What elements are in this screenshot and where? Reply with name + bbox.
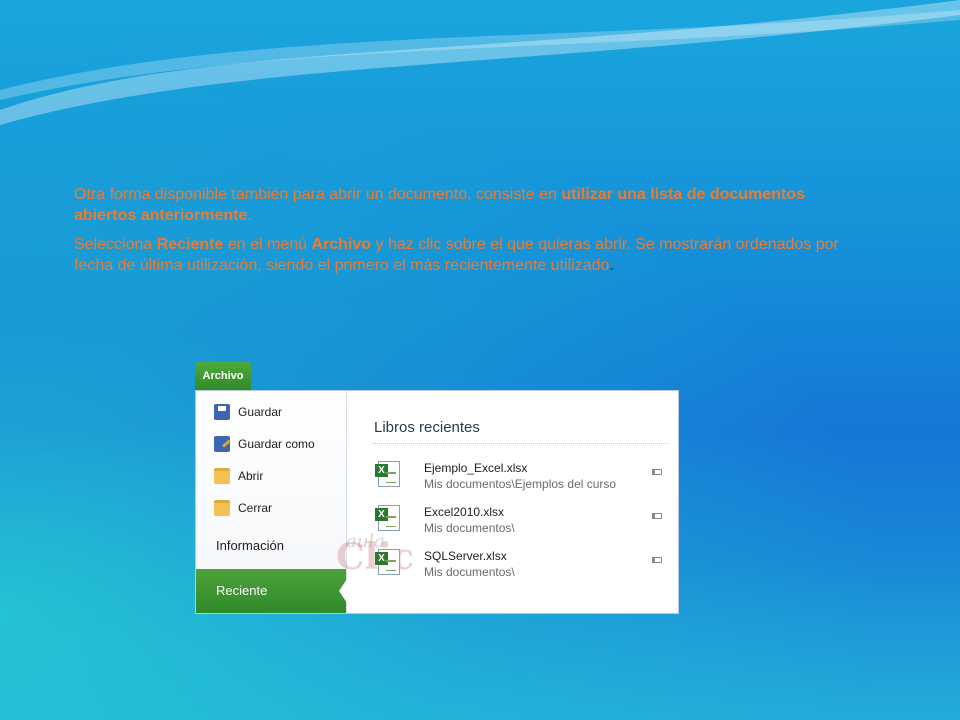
recent-file[interactable]: SQLServer.xlsx Mis documentos\ [375,547,668,587]
pin-icon[interactable] [652,557,662,563]
paragraph-1-end: . [247,207,252,224]
excel-file-icon [375,461,400,487]
menu-item-guardar[interactable]: Guardar [214,401,282,423]
slide-text: Otra forma disponible también para abrir… [74,184,854,284]
file-path: Mis documentos\Ejemplos del curso [424,477,617,491]
menu-item-informacion[interactable]: Información [216,538,284,553]
open-folder-icon [214,468,230,484]
file-path: Mis documentos\ [424,521,515,535]
menu-item-abrir[interactable]: Abrir [214,465,263,487]
paragraph-2: Selecciona Reciente en el menú Archivo y… [74,234,854,276]
paragraph-1-text: Otra forma disponible también para abrir… [74,186,562,203]
menu-item-reciente[interactable]: Reciente [196,569,346,613]
paragraph-2-end: . [609,257,614,274]
recent-pane: Libros recientes Ejemplo_Excel.xlsx Mis … [372,391,668,613]
recent-file[interactable]: Excel2010.xlsx Mis documentos\ [375,503,668,543]
close-folder-icon [214,500,230,516]
paragraph-2-bold-archivo: Archivo [311,236,372,253]
backstage-menu: Guardar Guardar como Abrir Cerrar Inform… [196,391,347,613]
pin-icon[interactable] [652,513,662,519]
pin-icon[interactable] [652,469,662,475]
recent-pane-title: Libros recientes [374,419,480,436]
save-as-icon [214,436,230,452]
menu-item-guardar-como-label: Guardar como [238,437,315,451]
paragraph-2-text-1: Selecciona [74,236,157,253]
menu-item-guardar-como[interactable]: Guardar como [214,433,315,455]
menu-item-cerrar[interactable]: Cerrar [214,497,272,519]
paragraph-1: Otra forma disponible también para abrir… [74,184,854,226]
menu-item-guardar-label: Guardar [238,405,283,419]
background-swoosh [0,0,960,125]
paragraph-2-bold-reciente: Reciente [156,236,224,253]
file-name: SQLServer.xlsx [424,549,507,563]
excel-backstage-panel: Guardar Guardar como Abrir Cerrar Inform… [195,390,679,614]
file-path: Mis documentos\ [424,565,515,579]
file-name: Excel2010.xlsx [424,505,505,519]
selected-arrow [339,579,347,603]
recent-file[interactable]: Ejemplo_Excel.xlsx Mis documentos\Ejempl… [375,459,668,499]
menu-item-cerrar-label: Cerrar [238,501,273,515]
excel-file-icon [375,549,400,575]
save-icon [214,404,230,420]
paragraph-2-text-2: en el menú [223,236,312,253]
excel-file-icon [375,505,400,531]
file-name: Ejemplo_Excel.xlsx [424,461,528,475]
tab-archivo[interactable]: Archivo [195,362,251,390]
menu-item-abrir-label: Abrir [238,469,264,483]
divider [372,443,668,444]
